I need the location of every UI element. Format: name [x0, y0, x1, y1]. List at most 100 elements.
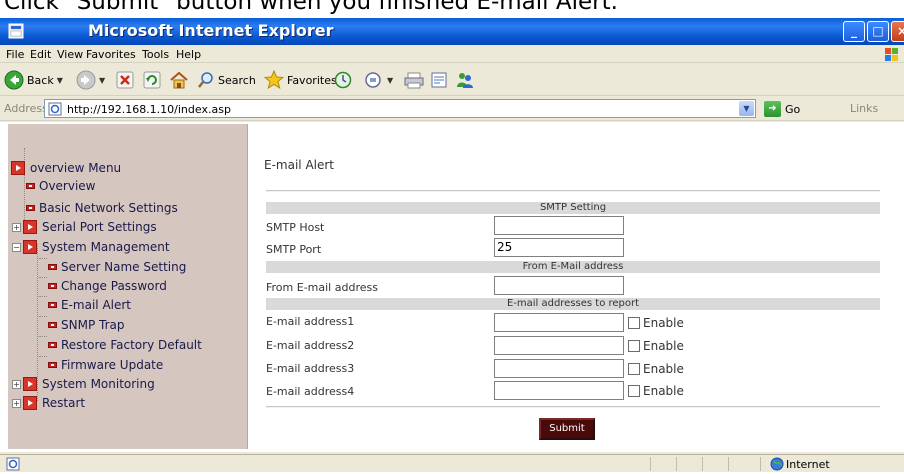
menu-tools[interactable]: Tools: [142, 48, 169, 61]
nav-item-serial-port-settings[interactable]: + Serial Port Settings: [12, 218, 157, 236]
address-label: Address: [4, 102, 48, 115]
nav-item-firmware-update[interactable]: Firmware Update: [48, 356, 163, 374]
nav-item-label: SNMP Trap: [61, 318, 125, 332]
page-icon: [48, 283, 57, 289]
nav-item-system-monitoring[interactable]: + System Monitoring: [12, 375, 155, 393]
instruction-caption: Click "Submit" button when you finished …: [4, 0, 618, 15]
nav-item-label: Restart: [42, 396, 86, 410]
email-address1-input[interactable]: [494, 313, 624, 332]
page-icon: [48, 322, 57, 328]
print-button[interactable]: [404, 69, 424, 91]
folder-book-icon: [23, 396, 37, 410]
menu-view[interactable]: View: [57, 48, 83, 61]
nav-item-restart[interactable]: + Restart: [12, 394, 85, 412]
stop-button[interactable]: [116, 69, 134, 91]
enable-address1-checkbox[interactable]: [628, 317, 640, 329]
status-divider: [728, 457, 729, 471]
links-button[interactable]: Links: [850, 102, 878, 115]
go-label: Go: [785, 102, 801, 116]
close-button[interactable]: ×: [891, 21, 904, 42]
refresh-button[interactable]: [143, 69, 161, 91]
home-icon: [170, 71, 188, 89]
email-address2-input[interactable]: [494, 336, 624, 355]
address-dropdown-icon[interactable]: ▼: [739, 101, 754, 116]
status-divider: [702, 457, 703, 471]
nav-item-restore-factory-default[interactable]: Restore Factory Default: [48, 336, 202, 354]
address-input[interactable]: http://192.168.1.10/index.asp ▼: [44, 99, 756, 118]
ie-window-icon: [8, 23, 24, 39]
back-dropdown-icon[interactable]: ▼: [57, 76, 63, 85]
status-divider: [650, 457, 651, 471]
menu-bar: File Edit View Favorites Tools Help: [0, 45, 904, 63]
tree-connector-line: [39, 258, 47, 259]
expand-icon[interactable]: +: [12, 398, 21, 408]
search-button[interactable]: Search: [197, 69, 256, 91]
minimize-button[interactable]: _: [843, 21, 865, 42]
tree-connector-line: [39, 296, 47, 297]
menu-edit[interactable]: Edit: [30, 48, 51, 61]
collapse-icon[interactable]: −: [12, 242, 21, 252]
mail-button[interactable]: ▼: [364, 69, 393, 91]
menu-favorites[interactable]: Favorites: [86, 48, 136, 61]
smtp-host-input[interactable]: [494, 216, 624, 235]
enable-address2-checkbox[interactable]: [628, 340, 640, 352]
status-divider: [676, 457, 677, 471]
nav-item-snmp-trap[interactable]: SNMP Trap: [48, 316, 124, 334]
smtp-port-label: SMTP Port: [266, 243, 322, 256]
nav-item-basic-network-settings[interactable]: Basic Network Settings: [26, 199, 178, 217]
page-icon: [48, 362, 57, 368]
edit-button[interactable]: [430, 69, 450, 91]
maximize-button[interactable]: □: [867, 21, 889, 42]
page-title: E-mail Alert: [264, 158, 335, 172]
standard-toolbar: Back ▼ ▼ Search Favorites ▼: [0, 64, 904, 96]
nav-root[interactable]: overview Menu: [11, 159, 121, 177]
windows-logo-icon: [885, 47, 899, 61]
back-button[interactable]: Back ▼: [4, 69, 63, 91]
forward-arrow-icon: [76, 70, 96, 90]
history-icon: [334, 71, 352, 89]
menu-help[interactable]: Help: [176, 48, 201, 61]
forward-dropdown-icon[interactable]: ▼: [99, 76, 105, 85]
report-section-header: E-mail addresses to report: [266, 298, 880, 310]
enable-address4-checkbox[interactable]: [628, 385, 640, 397]
back-label: Back: [27, 73, 54, 87]
enable-address1-label: Enable: [643, 316, 684, 330]
nav-item-system-management[interactable]: − System Management: [12, 238, 170, 256]
forward-button[interactable]: ▼: [76, 69, 105, 91]
favorites-button[interactable]: Favorites: [264, 69, 337, 91]
page-icon: [48, 342, 57, 348]
nav-item-email-alert[interactable]: E-mail Alert: [48, 296, 131, 314]
mail-dropdown-icon[interactable]: ▼: [387, 76, 393, 85]
expand-icon[interactable]: +: [12, 379, 21, 389]
email-address3-input[interactable]: [494, 359, 624, 378]
email-address3-label: E-mail address3: [266, 362, 355, 375]
address-value: http://192.168.1.10/index.asp: [67, 103, 231, 116]
enable-address2-label: Enable: [643, 339, 684, 353]
email-address4-input[interactable]: [494, 381, 624, 400]
search-icon: [198, 72, 213, 88]
nav-item-label: System Monitoring: [42, 377, 155, 391]
history-button[interactable]: [334, 69, 352, 91]
nav-item-overview[interactable]: Overview: [26, 177, 96, 195]
menu-file[interactable]: File: [6, 48, 24, 61]
page-icon: [48, 302, 57, 308]
from-email-input[interactable]: [494, 276, 624, 295]
browser-window: Microsoft Internet Explorer _ □ × File E…: [0, 18, 904, 472]
title-bar[interactable]: Microsoft Internet Explorer _ □ ×: [0, 18, 904, 45]
messenger-button[interactable]: [455, 69, 475, 91]
nav-item-change-password[interactable]: Change Password: [48, 277, 167, 295]
submit-button[interactable]: Submit: [539, 418, 595, 440]
nav-item-server-name-setting[interactable]: Server Name Setting: [48, 258, 186, 276]
navigation-pane: overview Menu Overview Basic Network Set…: [8, 124, 248, 449]
tree-connector-line: [39, 356, 47, 357]
go-button[interactable]: ➜ Go: [764, 101, 800, 117]
page-icon: [26, 183, 35, 189]
expand-icon[interactable]: +: [12, 222, 21, 232]
tree-connector-line: [39, 336, 47, 337]
nav-item-label: E-mail Alert: [61, 298, 132, 312]
nav-item-label: Change Password: [61, 279, 167, 293]
back-arrow-icon: [4, 70, 24, 90]
enable-address3-checkbox[interactable]: [628, 363, 640, 375]
smtp-port-input[interactable]: 25: [494, 238, 624, 257]
home-button[interactable]: [169, 69, 189, 91]
